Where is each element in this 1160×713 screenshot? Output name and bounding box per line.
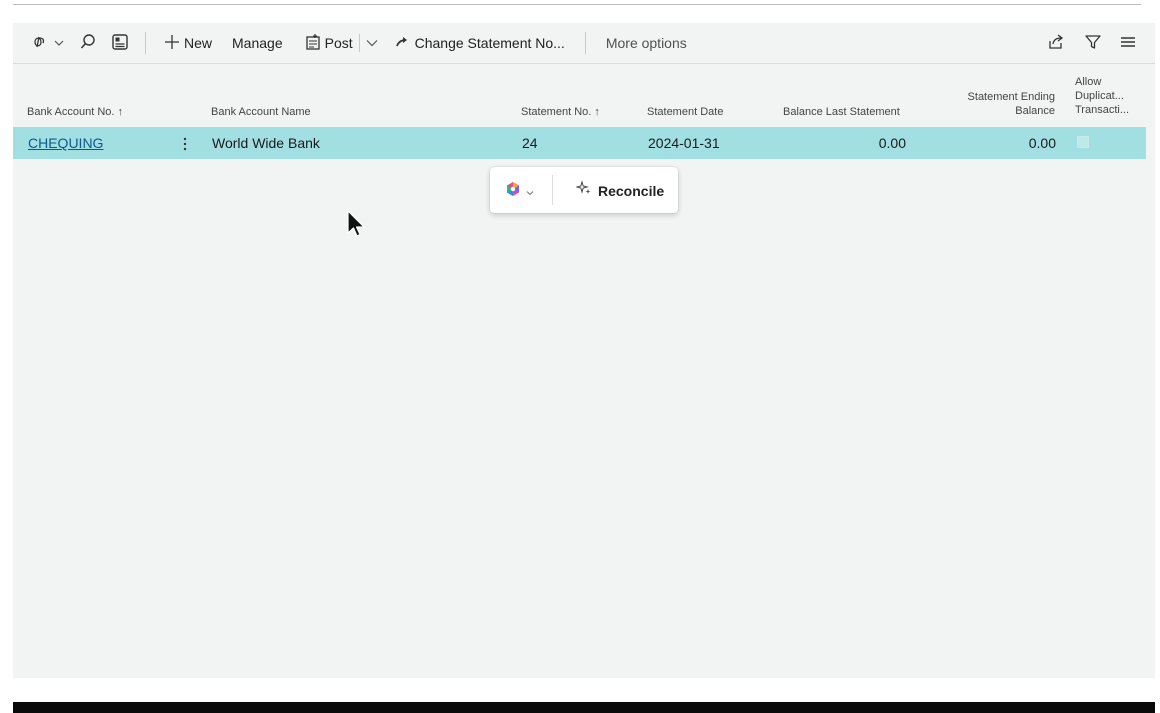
- arrow-icon: [395, 35, 411, 52]
- taskbar-strip: [13, 702, 1155, 713]
- toolbar-separator: [584, 32, 586, 54]
- more-options-label: More options: [605, 35, 687, 51]
- bank-reconciliation-list: New Manage Post Change Statement No... M…: [13, 23, 1155, 678]
- change-statement-no-button[interactable]: Change Statement No...: [395, 29, 565, 57]
- copilot-actions-icon: [31, 34, 53, 53]
- manage-menu[interactable]: Manage: [232, 29, 283, 57]
- post-icon: [305, 33, 321, 54]
- chevron-down-icon: [53, 35, 65, 51]
- post-button[interactable]: Post: [305, 29, 353, 57]
- share-button[interactable]: [1047, 29, 1065, 57]
- list-icon: [1119, 33, 1137, 54]
- column-header-statement-ending-balance[interactable]: Statement Ending Balance: [943, 90, 1055, 118]
- filter-icon: [1084, 33, 1102, 54]
- copilot-menu-button[interactable]: [504, 180, 534, 203]
- layout-button[interactable]: [111, 29, 129, 57]
- more-vertical-icon: [183, 138, 187, 151]
- balance-last-statement-cell: 0.00: [878, 135, 906, 151]
- chevron-down-icon: [365, 35, 379, 51]
- layout-icon: [111, 33, 129, 54]
- row-action-popup: Reconcile: [490, 167, 678, 213]
- change-statement-no-label: Change Statement No...: [414, 35, 565, 51]
- new-button[interactable]: New: [164, 29, 212, 57]
- column-header-balance-last-statement[interactable]: Balance Last Statement: [783, 105, 900, 119]
- search-icon: [79, 33, 97, 54]
- copilot-icon: [504, 180, 522, 203]
- statement-date-cell: 2024-01-31: [648, 135, 720, 151]
- bank-account-name-cell: World Wide Bank: [212, 135, 320, 151]
- column-header-bank-account-no[interactable]: Bank Account No. ↑: [27, 105, 123, 119]
- chevron-down-icon: [526, 183, 534, 201]
- column-header-statement-date[interactable]: Statement Date: [647, 105, 723, 119]
- search-button[interactable]: [79, 29, 97, 57]
- allow-duplicate-checkbox[interactable]: [1077, 127, 1089, 159]
- statement-ending-balance-cell: 0.00: [1028, 135, 1056, 151]
- more-options-button[interactable]: More options: [606, 29, 687, 57]
- filter-button[interactable]: [1084, 29, 1102, 57]
- post-split-separator: [358, 34, 360, 52]
- reconcile-label: Reconcile: [598, 182, 665, 199]
- copilot-actions-menu[interactable]: [31, 29, 65, 57]
- column-header-bank-account-name[interactable]: Bank Account Name: [211, 105, 311, 119]
- column-header-statement-no[interactable]: Statement No. ↑: [521, 105, 600, 119]
- toolbar-divider: [13, 63, 1155, 64]
- toolbar-separator: [145, 32, 146, 54]
- column-header-allow-duplicate-transactions[interactable]: Allow Duplicat... Transacti...: [1075, 75, 1141, 117]
- manage-menu-label: Manage: [232, 35, 283, 51]
- plus-icon: [164, 34, 180, 53]
- action-bar: New Manage Post Change Statement No... M…: [13, 23, 1155, 63]
- top-divider: [13, 4, 1141, 5]
- share-icon: [1047, 33, 1065, 54]
- row-menu-button[interactable]: [179, 127, 191, 159]
- statement-no-cell: 24: [522, 135, 538, 151]
- reconcile-button[interactable]: Reconcile: [575, 180, 665, 201]
- list-view-button[interactable]: [1119, 29, 1137, 57]
- new-button-label: New: [184, 35, 213, 51]
- sparkle-icon: [575, 180, 592, 201]
- bank-account-no-link[interactable]: CHEQUING: [28, 127, 103, 159]
- popup-separator: [552, 175, 553, 205]
- post-dropdown-button[interactable]: [365, 29, 379, 57]
- table-row[interactable]: CHEQUING World Wide Bank 24 2024-01-31 0…: [13, 127, 1146, 159]
- post-button-label: Post: [324, 35, 353, 51]
- checkbox-box: [1077, 136, 1089, 149]
- mouse-pointer-icon: [346, 209, 368, 246]
